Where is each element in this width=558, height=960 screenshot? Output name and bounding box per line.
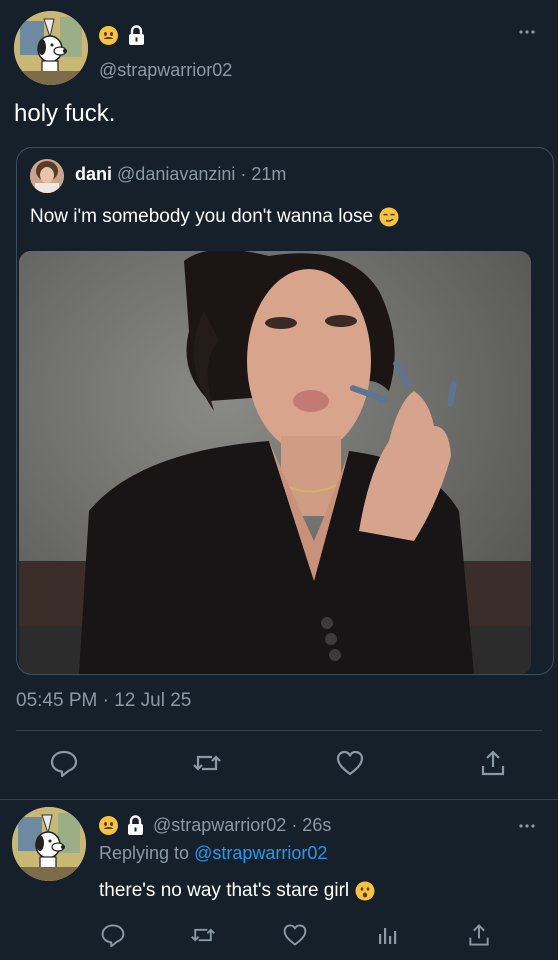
reply-text-row: there's no way that's stare girl <box>99 880 375 902</box>
share-icon[interactable] <box>466 922 492 948</box>
worried-face-icon <box>99 25 118 45</box>
quote-author-meta: @daniavanzini · 21m <box>117 164 287 184</box>
author-badges <box>99 24 146 46</box>
tweet-detail-page: @strapwarrior02 holy fuck. dani @daniava… <box>0 0 558 960</box>
quote-avatar[interactable] <box>30 159 64 193</box>
comment-icon[interactable] <box>100 922 126 948</box>
quote-author-name[interactable]: dani <box>75 164 112 184</box>
replying-to: Replying to @strapwarrior02 <box>99 843 327 864</box>
more-icon[interactable] <box>518 25 536 39</box>
heart-icon[interactable] <box>335 748 365 778</box>
worried-face-icon <box>99 816 118 835</box>
reply-text: there's no way that's stare girl <box>99 880 350 901</box>
quoted-photo[interactable] <box>19 251 531 674</box>
author-handle[interactable]: @strapwarrior02 <box>99 60 232 81</box>
reply-avatar[interactable] <box>12 807 86 881</box>
replying-mention-link[interactable]: @strapwarrior02 <box>194 843 327 863</box>
replying-prefix: Replying to <box>99 843 195 863</box>
tweet-text: holy fuck. <box>14 100 116 127</box>
analytics-icon[interactable] <box>374 922 400 948</box>
tweet-actions <box>0 748 558 782</box>
tweet-timestamp[interactable]: 05:45 PM · 12 Jul 25 <box>16 690 191 712</box>
heart-icon[interactable] <box>282 922 308 948</box>
reply-actions <box>0 922 558 950</box>
quote-text: Now i'm somebody you don't wanna lose <box>30 206 374 227</box>
more-icon[interactable] <box>518 819 536 833</box>
avatar[interactable] <box>14 11 88 85</box>
comment-icon[interactable] <box>49 748 79 778</box>
divider <box>0 799 558 800</box>
reply-header: @strapwarrior02 · 26s <box>99 815 331 836</box>
smirking-face-icon <box>379 207 399 227</box>
lock-icon <box>128 815 143 835</box>
share-icon[interactable] <box>478 748 508 778</box>
lock-icon <box>129 24 144 45</box>
quote-text-row: Now i'm somebody you don't wanna lose <box>30 206 399 228</box>
reply-author-meta[interactable]: @strapwarrior02 · 26s <box>153 815 331 836</box>
retweet-icon[interactable] <box>190 922 216 948</box>
frowning-face-icon <box>355 881 375 901</box>
quoted-tweet[interactable]: dani @daniavanzini · 21m Now i'm somebod… <box>16 147 554 675</box>
retweet-icon[interactable] <box>192 748 222 778</box>
divider <box>16 730 542 731</box>
quote-header: dani @daniavanzini · 21m <box>75 164 286 185</box>
